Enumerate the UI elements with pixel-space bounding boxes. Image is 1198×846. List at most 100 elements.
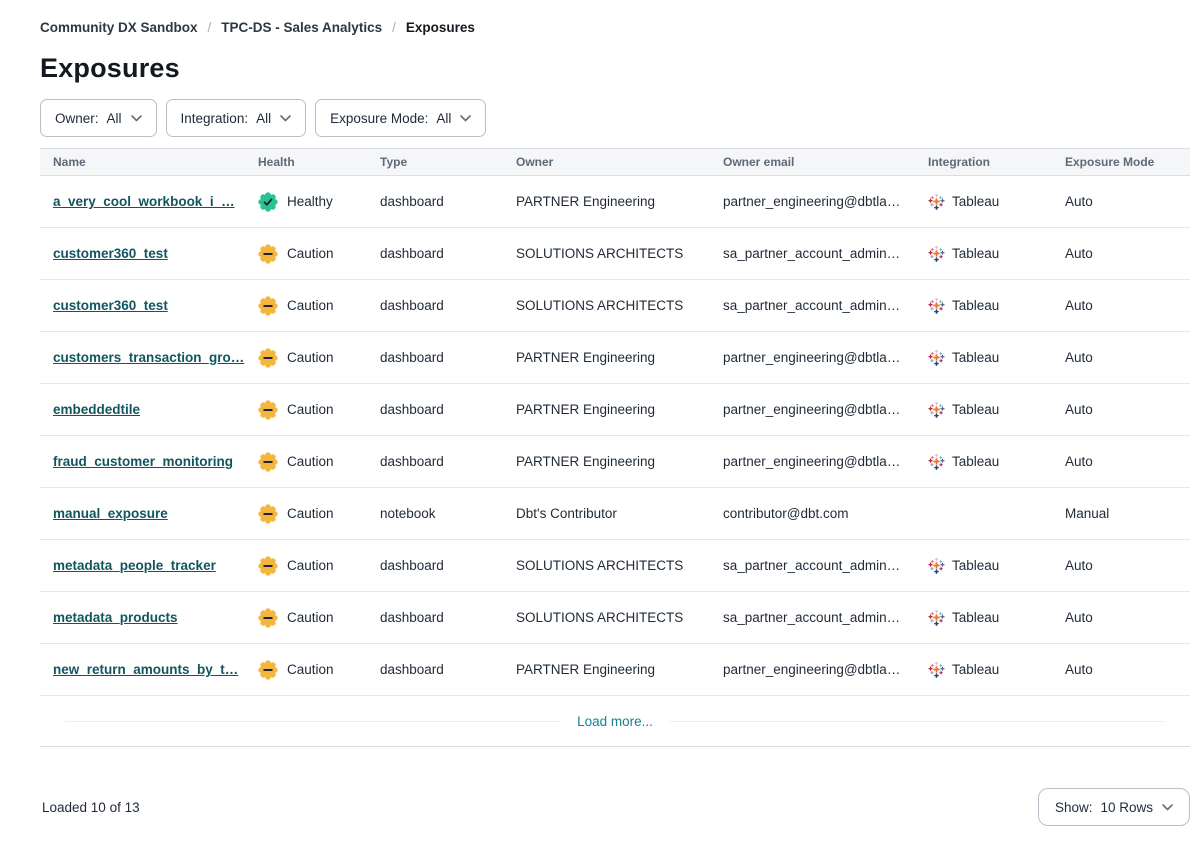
owner-name: PARTNER Engineering [503,402,710,417]
owner-email: sa_partner_account_admin… [710,558,915,573]
owner-filter-dropdown[interactable]: Owner: All [40,99,157,137]
exposure-name-link[interactable]: customer360_test [53,246,168,261]
loaded-count-text: Loaded 10 of 13 [40,800,140,815]
filter-bar: Owner: All Integration: All Exposure Mod… [40,99,1190,137]
tableau-icon [928,349,945,366]
health-status-label: Caution [287,350,334,365]
exposure-name-link[interactable]: new_return_amounts_by_t… [53,662,238,677]
health-status-label: Caution [287,558,334,573]
health-status-label: Caution [287,454,334,469]
integration-label: Tableau [952,194,999,209]
owner-email: sa_partner_account_admin… [710,298,915,313]
exposure-name-link[interactable]: a_very_cool_workbook_i_… [53,194,235,209]
owner-email: partner_engineering@dbtla… [710,402,915,417]
exposure-type: dashboard [367,454,503,469]
integration-cell-content: Tableau [928,297,1052,314]
exposure-mode: Auto [1052,662,1190,677]
owner-name: PARTNER Engineering [503,454,710,469]
exposure-type: dashboard [367,194,503,209]
owner-email: partner_engineering@dbtla… [710,662,915,677]
exposure-name-link[interactable]: customers_transaction_gro… [53,350,244,365]
owner-email: partner_engineering@dbtla… [710,350,915,365]
owner-email: partner_engineering@dbtla… [710,454,915,469]
exposure-type: dashboard [367,246,503,261]
integration-cell-content: Tableau [928,661,1052,678]
integration-label: Tableau [952,402,999,417]
owner-email: sa_partner_account_admin… [710,246,915,261]
integration-cell-content: Tableau [928,349,1052,366]
tableau-icon [928,557,945,574]
table-body: a_very_cool_workbook_i_… Healthy d [40,176,1190,696]
integration-filter-dropdown[interactable]: Integration: All [166,99,307,137]
show-value: 10 Rows [1100,800,1153,815]
tableau-icon [928,297,945,314]
breadcrumb-environment[interactable]: TPC-DS - Sales Analytics [221,20,382,35]
exposure-type: dashboard [367,662,503,677]
exposure-mode: Auto [1052,402,1190,417]
exposure-type: dashboard [367,350,503,365]
load-more-link[interactable]: Load more... [577,714,653,729]
table-row: customers_transaction_gro… Caution [40,332,1190,384]
chevron-down-icon [131,115,142,122]
table-row: metadata_people_tracker Caution da [40,540,1190,592]
table-row: customer360_test Caution dashboard [40,228,1190,280]
integration-label: Tableau [952,298,999,313]
chevron-down-icon [460,115,471,122]
integration-filter-value: All [256,111,271,126]
exposure-name-link[interactable]: customer360_test [53,298,168,313]
health-status-label: Caution [287,506,334,521]
exposure-mode: Auto [1052,610,1190,625]
health-status-icon [258,608,278,628]
exposure-type: dashboard [367,402,503,417]
exposure-name-link[interactable]: manual_exposure [53,506,168,521]
breadcrumb-separator: / [392,20,396,35]
exposure-type: notebook [367,506,503,521]
exposure-mode-filter-label: Exposure Mode: [330,111,428,126]
owner-name: Dbt's Contributor [503,506,710,521]
integration-label: Tableau [952,610,999,625]
chevron-down-icon [280,115,291,122]
exposure-mode: Auto [1052,350,1190,365]
health-status-icon [258,244,278,264]
integration-label: Tableau [952,558,999,573]
tableau-icon [928,193,945,210]
tableau-icon [928,453,945,470]
divider [65,721,561,722]
health-status-label: Caution [287,610,334,625]
health-status-label: Caution [287,402,334,417]
health-status-icon [258,348,278,368]
health-status-icon [258,504,278,524]
health-status-label: Healthy [287,194,333,209]
owner-name: SOLUTIONS ARCHITECTS [503,246,710,261]
breadcrumb: Community DX Sandbox / TPC-DS - Sales An… [40,20,1190,35]
health-status-icon [258,556,278,576]
exposure-mode-filter-dropdown[interactable]: Exposure Mode: All [315,99,486,137]
column-header-type: Type [367,155,503,169]
exposure-mode: Manual [1052,506,1190,521]
divider [669,721,1165,722]
integration-label: Tableau [952,662,999,677]
integration-label: Tableau [952,350,999,365]
show-label: Show: [1055,800,1093,815]
breadcrumb-project[interactable]: Community DX Sandbox [40,20,198,35]
load-more-row: Load more... [40,696,1190,747]
health-status-label: Caution [287,298,334,313]
exposure-name-link[interactable]: embeddedtile [53,402,140,417]
owner-email: contributor@dbt.com [710,506,915,521]
integration-cell-content: Tableau [928,557,1052,574]
health-status-label: Caution [287,662,334,677]
exposure-name-link[interactable]: metadata_products [53,610,178,625]
exposure-mode: Auto [1052,194,1190,209]
integration-cell-content: Tableau [928,453,1052,470]
owner-filter-value: All [107,111,122,126]
health-status-icon [258,192,278,212]
owner-email: partner_engineering@dbtla… [710,194,915,209]
rows-per-page-dropdown[interactable]: Show: 10 Rows [1038,788,1190,826]
exposure-name-link[interactable]: metadata_people_tracker [53,558,216,573]
column-header-exposure-mode: Exposure Mode [1052,155,1190,169]
table-header-row: Name Health Type Owner Owner email Integ… [40,148,1190,176]
integration-cell-content: Tableau [928,193,1052,210]
exposure-name-link[interactable]: fraud_customer_monitoring [53,454,233,469]
column-header-integration: Integration [915,155,1052,169]
exposure-type: dashboard [367,558,503,573]
